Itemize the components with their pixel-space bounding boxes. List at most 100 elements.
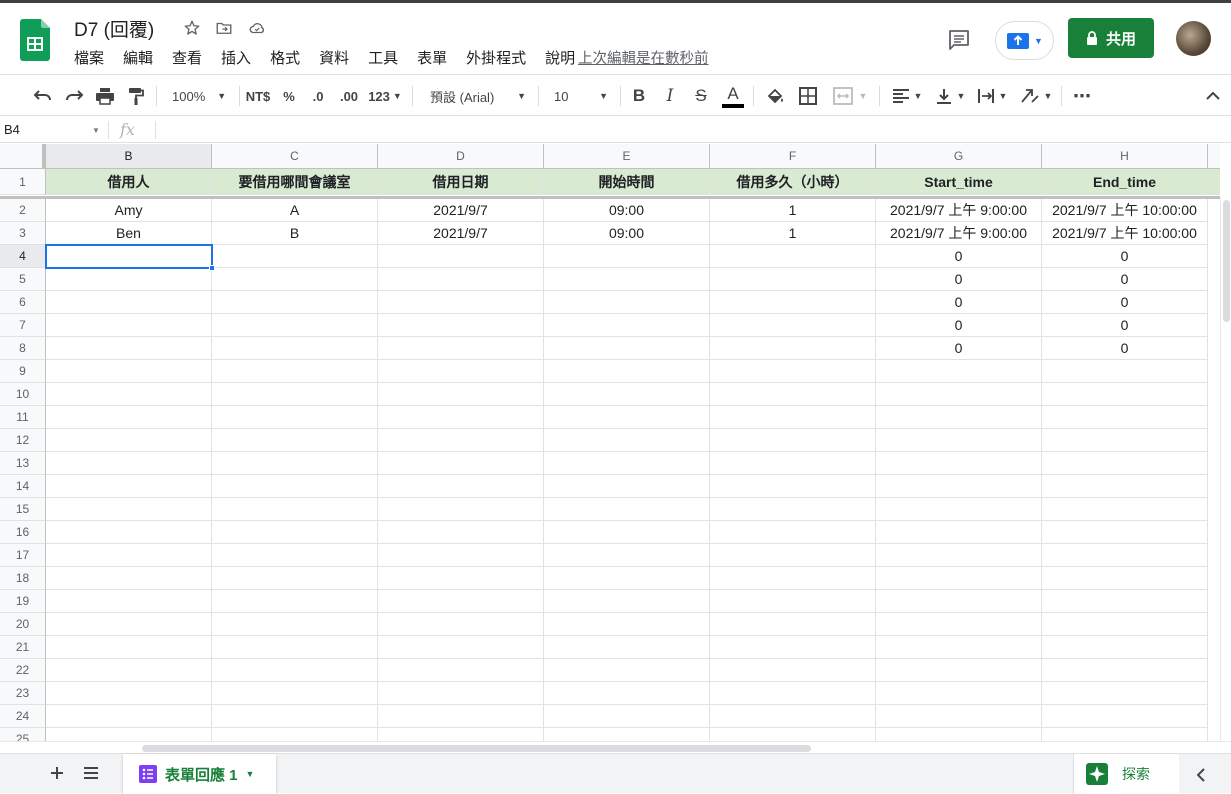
cell-b14[interactable] [46,475,212,498]
cell-d23[interactable] [378,682,544,705]
cell-h13[interactable] [1042,452,1208,475]
cell-c12[interactable] [212,429,378,452]
row-header-2[interactable]: 2 [0,199,46,222]
cell-e8[interactable] [544,337,710,360]
cell-e5[interactable] [544,268,710,291]
account-avatar[interactable] [1176,21,1211,56]
cell-f23[interactable] [710,682,876,705]
text-wrap-button[interactable]: ▼ [974,75,1010,117]
cell-c25[interactable] [212,728,378,741]
cloud-saved-icon[interactable] [246,17,268,39]
row-header-11[interactable]: 11 [0,406,46,429]
menu-form[interactable]: 表單 [417,47,447,68]
cell-b12[interactable] [46,429,212,452]
cell-g15[interactable] [876,498,1042,521]
cell-e16[interactable] [544,521,710,544]
cell-e12[interactable] [544,429,710,452]
cell-e3[interactable]: 09:00 [544,222,710,245]
cell-b6[interactable] [46,291,212,314]
cell-f6[interactable] [710,291,876,314]
cell-d7[interactable] [378,314,544,337]
cell-c13[interactable] [212,452,378,475]
row-header-23[interactable]: 23 [0,682,46,705]
cell-e4[interactable] [544,245,710,268]
cell-e2[interactable]: 09:00 [544,199,710,222]
add-sheet-icon[interactable] [46,762,68,784]
cell-e19[interactable] [544,590,710,613]
font-size-select[interactable]: 10 ▼ [548,75,614,117]
row-header-17[interactable]: 17 [0,544,46,567]
cell-f9[interactable] [710,360,876,383]
row-header-16[interactable]: 16 [0,521,46,544]
last-edit-link[interactable]: 上次編輯是在數秒前 [578,47,709,68]
cell-d4[interactable] [378,245,544,268]
cell-h7[interactable]: 0 [1042,314,1208,337]
header-cell-partial[interactable] [1208,169,1220,195]
cell-f3[interactable]: 1 [710,222,876,245]
cell-g10[interactable] [876,383,1042,406]
cell-c16[interactable] [212,521,378,544]
frozen-row-divider[interactable] [0,196,1220,199]
cell-d9[interactable] [378,360,544,383]
cell-f11[interactable] [710,406,876,429]
row-header-7[interactable]: 7 [0,314,46,337]
cell-g8[interactable]: 0 [876,337,1042,360]
cell-g21[interactable] [876,636,1042,659]
strikethrough-button[interactable]: S [689,75,713,117]
row-header-5[interactable]: 5 [0,268,46,291]
cell-b9[interactable] [46,360,212,383]
cell-f4[interactable] [710,245,876,268]
undo-icon[interactable] [30,75,56,117]
cell-f24[interactable] [710,705,876,728]
cell-f10[interactable] [710,383,876,406]
sheets-logo-icon[interactable] [20,19,50,61]
cell-h11[interactable] [1042,406,1208,429]
cell-f5[interactable] [710,268,876,291]
cell-e13[interactable] [544,452,710,475]
vertical-scroll-thumb[interactable] [1223,200,1230,322]
chevron-down-icon[interactable]: ▼ [92,126,100,135]
cell-h6[interactable]: 0 [1042,291,1208,314]
cell-f15[interactable] [710,498,876,521]
cell-b20[interactable] [46,613,212,636]
cell-d22[interactable] [378,659,544,682]
cell-e15[interactable] [544,498,710,521]
cell-c18[interactable] [212,567,378,590]
row-header-22[interactable]: 22 [0,659,46,682]
cell-b25[interactable] [46,728,212,741]
cell-h14[interactable] [1042,475,1208,498]
cell-f21[interactable] [710,636,876,659]
cell-b10[interactable] [46,383,212,406]
cell-e23[interactable] [544,682,710,705]
cell-c15[interactable] [212,498,378,521]
cell-b23[interactable] [46,682,212,705]
column-header-h[interactable]: H [1042,144,1208,169]
cell-g14[interactable] [876,475,1042,498]
cell-d5[interactable] [378,268,544,291]
menu-addons[interactable]: 外掛程式 [466,47,526,68]
cell-d3[interactable]: 2021/9/7 [378,222,544,245]
column-header-f[interactable]: F [710,144,876,169]
header-cell-h[interactable]: End_time [1042,169,1208,195]
row-header-15[interactable]: 15 [0,498,46,521]
cell-g3[interactable]: 2021/9/7 上午 9:00:00 [876,222,1042,245]
row-header-6[interactable]: 6 [0,291,46,314]
cell-b3[interactable]: Ben [46,222,212,245]
font-family-select[interactable]: 預設 (Arial) ▼ [424,75,532,117]
cell-d15[interactable] [378,498,544,521]
cell-d21[interactable] [378,636,544,659]
cell-h18[interactable] [1042,567,1208,590]
share-button[interactable]: 共用 [1068,18,1154,58]
print-icon[interactable] [92,75,118,117]
cell-e7[interactable] [544,314,710,337]
menu-edit[interactable]: 編輯 [123,47,153,68]
cell-h19[interactable] [1042,590,1208,613]
menu-format[interactable]: 格式 [270,47,300,68]
cell-d17[interactable] [378,544,544,567]
header-cell-d[interactable]: 借用日期 [378,169,544,195]
cell-b17[interactable] [46,544,212,567]
cell-h9[interactable] [1042,360,1208,383]
menu-view[interactable]: 查看 [172,47,202,68]
cell-g6[interactable]: 0 [876,291,1042,314]
cell-c4[interactable] [212,245,378,268]
